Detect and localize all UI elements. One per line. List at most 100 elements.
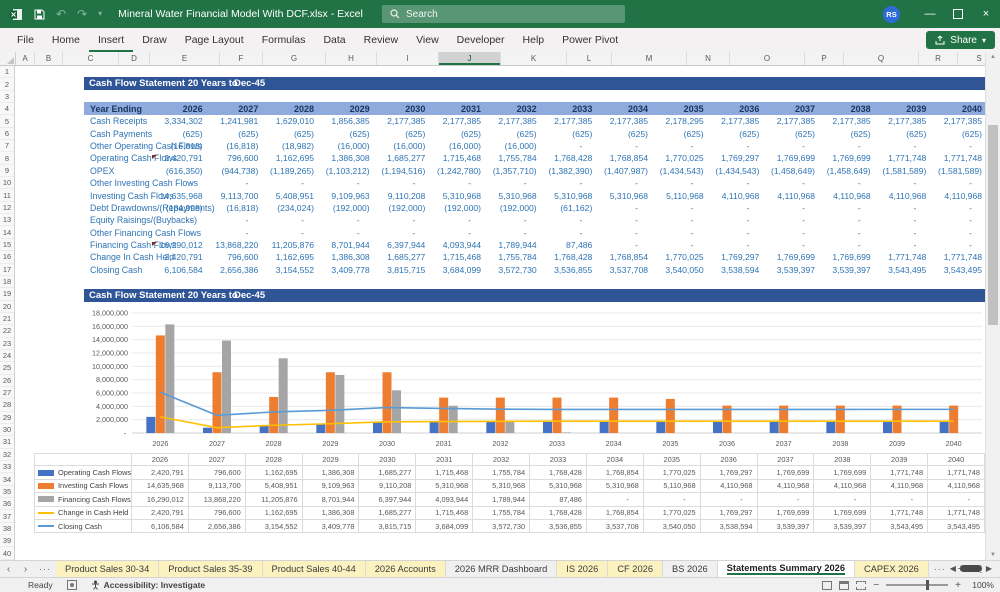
- ribbon-tab-draw[interactable]: Draw: [133, 28, 176, 52]
- value-cell[interactable]: -: [651, 240, 707, 250]
- value-cell[interactable]: 1,768,854: [595, 153, 651, 163]
- value-cell[interactable]: -: [929, 203, 985, 213]
- row-header-9[interactable]: 9: [0, 165, 14, 178]
- value-cell[interactable]: -: [818, 141, 874, 151]
- value-cell[interactable]: -: [206, 228, 262, 238]
- value-cell[interactable]: 2,177,385: [428, 116, 484, 126]
- value-cell[interactable]: -: [874, 240, 930, 250]
- value-cell[interactable]: 5,110,968: [651, 191, 707, 201]
- value-cell[interactable]: 2,177,385: [929, 116, 985, 126]
- value-cell[interactable]: -: [540, 228, 596, 238]
- value-cell[interactable]: -: [651, 215, 707, 225]
- zoom-slider[interactable]: [886, 580, 949, 590]
- value-cell[interactable]: (16,000): [373, 141, 429, 151]
- value-cell[interactable]: -: [540, 141, 596, 151]
- value-cell[interactable]: 1,715,468: [428, 252, 484, 262]
- value-cell[interactable]: (1,382,390): [540, 166, 596, 176]
- value-cell[interactable]: -: [206, 178, 262, 188]
- value-cell[interactable]: -: [150, 178, 206, 188]
- ribbon-tab-page-layout[interactable]: Page Layout: [176, 28, 253, 52]
- vertical-scrollbar[interactable]: ▲ ▼: [985, 52, 1000, 560]
- value-cell[interactable]: (1,357,710): [484, 166, 540, 176]
- qat-dropdown-icon[interactable]: ▾: [98, 10, 102, 18]
- value-cell[interactable]: 3,540,050: [651, 265, 707, 275]
- value-cell[interactable]: -: [762, 203, 818, 213]
- sheet-tab-bs-2026[interactable]: BS 2026: [663, 561, 718, 577]
- ribbon-tab-help[interactable]: Help: [514, 28, 554, 52]
- value-cell[interactable]: (192,000): [428, 203, 484, 213]
- value-cell[interactable]: (625): [540, 129, 596, 139]
- sheet-tab-capex-2026[interactable]: CAPEX 2026: [855, 561, 929, 577]
- value-cell[interactable]: -: [317, 178, 373, 188]
- value-cell[interactable]: (625): [818, 129, 874, 139]
- value-cell[interactable]: 1,768,854: [595, 252, 651, 262]
- value-cell[interactable]: 1,771,748: [874, 153, 930, 163]
- value-cell[interactable]: (1,434,543): [651, 166, 707, 176]
- value-cell[interactable]: 5,408,951: [261, 191, 317, 201]
- value-cell[interactable]: -: [373, 178, 429, 188]
- year-header-cell[interactable]: 2026: [150, 104, 206, 114]
- value-cell[interactable]: (16,818): [150, 141, 206, 151]
- column-header-F[interactable]: F: [220, 52, 263, 65]
- sheet-tab-product-sales-40-44[interactable]: Product Sales 40-44: [262, 561, 366, 577]
- ribbon-tab-home[interactable]: Home: [43, 28, 89, 52]
- value-cell[interactable]: 1,241,981: [206, 116, 262, 126]
- column-header-P[interactable]: P: [805, 52, 844, 65]
- value-cell[interactable]: 2,177,385: [484, 116, 540, 126]
- value-cell[interactable]: 4,110,968: [818, 191, 874, 201]
- value-cell[interactable]: 3,539,397: [762, 265, 818, 275]
- column-header-D[interactable]: D: [119, 52, 150, 65]
- column-header-E[interactable]: E: [150, 52, 220, 65]
- row-header-35[interactable]: 35: [0, 486, 14, 499]
- value-cell[interactable]: 1,386,308: [317, 153, 373, 163]
- value-cell[interactable]: -: [428, 215, 484, 225]
- value-cell[interactable]: 3,334,302: [150, 116, 206, 126]
- value-cell[interactable]: 3,154,552: [261, 265, 317, 275]
- value-cell[interactable]: 9,109,963: [317, 191, 373, 201]
- value-cell[interactable]: (1,581,589): [874, 166, 930, 176]
- value-cell[interactable]: -: [428, 228, 484, 238]
- row-header-32[interactable]: 32: [0, 449, 14, 461]
- value-cell[interactable]: (61,162): [540, 203, 596, 213]
- value-cell[interactable]: -: [206, 215, 262, 225]
- column-header-A[interactable]: A: [16, 52, 35, 65]
- value-cell[interactable]: 3,684,099: [428, 265, 484, 275]
- year-header-cell[interactable]: 2038: [818, 104, 874, 114]
- value-cell[interactable]: 1,755,784: [484, 252, 540, 262]
- year-header-cell[interactable]: 2035: [651, 104, 707, 114]
- row-header-11[interactable]: 11: [0, 189, 14, 202]
- column-header-G[interactable]: G: [263, 52, 326, 65]
- value-cell[interactable]: 1,769,699: [818, 252, 874, 262]
- year-header-cell[interactable]: 2027: [206, 104, 262, 114]
- value-cell[interactable]: (16,000): [317, 141, 373, 151]
- row-header-37[interactable]: 37: [0, 510, 14, 523]
- row-header-19[interactable]: 19: [0, 288, 14, 301]
- value-cell[interactable]: 1,755,784: [484, 153, 540, 163]
- value-cell[interactable]: 2,420,791: [150, 252, 206, 262]
- value-cell[interactable]: -: [818, 203, 874, 213]
- value-cell[interactable]: (1,407,987): [595, 166, 651, 176]
- value-cell[interactable]: 5,310,968: [484, 191, 540, 201]
- value-cell[interactable]: -: [651, 141, 707, 151]
- hscroll-left-icon[interactable]: ◀: [950, 564, 956, 573]
- value-cell[interactable]: (16,000): [484, 141, 540, 151]
- sheet-tab-is-2026[interactable]: IS 2026: [557, 561, 609, 577]
- row-header-24[interactable]: 24: [0, 350, 14, 363]
- ribbon-tab-insert[interactable]: Insert: [89, 28, 133, 52]
- normal-view-icon[interactable]: [822, 580, 833, 590]
- value-cell[interactable]: 13,868,220: [206, 240, 262, 250]
- value-cell[interactable]: -: [818, 228, 874, 238]
- value-cell[interactable]: 9,113,700: [206, 191, 262, 201]
- value-cell[interactable]: 4,110,968: [707, 191, 763, 201]
- year-header-cell[interactable]: 2034: [595, 104, 651, 114]
- hscroll-right-icon[interactable]: ▶: [986, 564, 992, 573]
- zoom-in-icon[interactable]: +: [955, 580, 961, 591]
- value-cell[interactable]: -: [261, 215, 317, 225]
- sheet-tab-2026-accounts[interactable]: 2026 Accounts: [365, 561, 446, 577]
- value-cell[interactable]: -: [261, 228, 317, 238]
- sheet-list-icon[interactable]: ···: [34, 564, 56, 574]
- row-label[interactable]: Change In Cash Held: [84, 252, 174, 262]
- row-header-22[interactable]: 22: [0, 325, 14, 338]
- value-cell[interactable]: 6,106,584: [150, 265, 206, 275]
- row-header-10[interactable]: 10: [0, 177, 14, 190]
